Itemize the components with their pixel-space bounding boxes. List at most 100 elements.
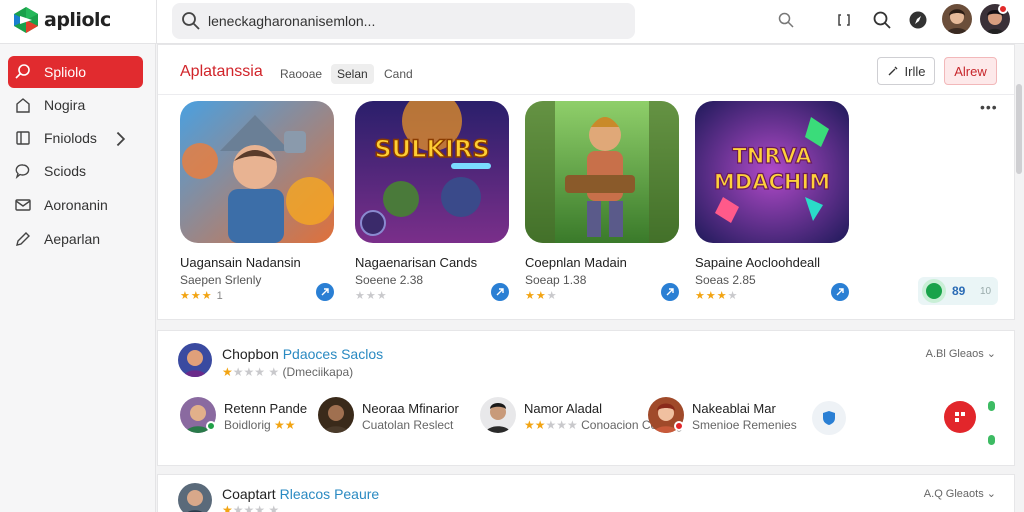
avatar-image <box>318 397 354 433</box>
sidebar-item-fniolods[interactable]: Fniolods <box>8 122 143 154</box>
section-title-accent: Pdaoces Saclos <box>282 346 384 362</box>
filter-button[interactable]: Irlle <box>877 57 935 85</box>
section-title: Coaptart Rleacos Peaure <box>222 486 379 502</box>
sidebar-item-aoronanin[interactable]: Aoronanin <box>8 189 143 221</box>
search-icon <box>778 12 794 28</box>
person-item[interactable]: Namor Aladal ★★★★★ Conoacion Coaleig <box>480 397 683 437</box>
section-title-main: Coaptart <box>222 486 276 502</box>
tnrva-mdachim-image: TNRVA MDACHIM <box>695 101 849 243</box>
sidebar-item-sciods[interactable]: Sciods <box>8 155 143 187</box>
view-all-link[interactable]: A.Q Gleaots ⌄ <box>924 487 996 500</box>
app-subtitle: Saepen Srlenly <box>180 273 262 287</box>
scroll-thumb[interactable] <box>1016 84 1022 174</box>
rating-stars: ★★★★ ★ <box>222 503 280 512</box>
search-icon-button[interactable] <box>774 8 798 32</box>
add-button[interactable] <box>316 283 334 301</box>
hero-warrior-image <box>180 101 334 243</box>
app-thumbnail: TNRVA MDACHIM <box>695 101 849 243</box>
app-logo[interactable]: apliolc <box>12 6 111 34</box>
filter-button-label: Irlle <box>904 63 926 79</box>
person-avatar <box>480 397 516 433</box>
featured-panel: Aplatanssia Raooae Selan Cand Irlle Alre… <box>157 44 1015 320</box>
app-thumbnail <box>525 101 679 243</box>
home-icon <box>16 98 30 113</box>
app-subtitle: Soeap 1.38 <box>525 273 587 287</box>
toggle-label: 89 <box>952 284 966 298</box>
chevron-right-icon <box>116 131 126 147</box>
app-thumbnail <box>180 101 334 243</box>
person-item[interactable]: Neoraa Mfinarior Cuatolan Reslect <box>318 397 488 437</box>
toggle-indicator <box>922 279 946 303</box>
section-title: Chopbon Pdaoces Saclos <box>222 346 383 362</box>
app-card[interactable]: TNRVA MDACHIM Sapaine Aocloohdeall Soeas… <box>695 101 855 302</box>
search-icon <box>15 64 30 79</box>
chip-cand[interactable]: Cand <box>378 64 419 84</box>
add-button[interactable] <box>491 283 509 301</box>
compass-button[interactable] <box>906 8 930 32</box>
logo-icon <box>14 7 38 33</box>
add-button[interactable] <box>661 283 679 301</box>
add-button[interactable] <box>831 283 849 301</box>
rating-stars: ★★★ 1 <box>180 290 224 302</box>
person-subtitle: Smenioe Remenies <box>692 418 797 432</box>
sidebar-item-spliolo[interactable]: Spliolo <box>8 56 143 88</box>
shield-icon <box>823 411 835 425</box>
edit-icon <box>888 66 898 76</box>
app-card[interactable]: Coepnlan Madain Soeap 1.38 ★★★ <box>525 101 685 302</box>
action-button[interactable] <box>944 401 976 433</box>
divider <box>156 0 157 44</box>
sidebar-item-nogira[interactable]: Nogira <box>8 89 143 121</box>
expand-button[interactable] <box>832 8 856 32</box>
sidebar-item-label: Spliolo <box>44 64 87 80</box>
status-dot <box>988 435 995 445</box>
section-subtitle: ★★★★ ★ (Dmeciikapa) <box>222 365 354 379</box>
sidebar-item-label: Nogira <box>44 97 86 113</box>
app-name: apliolc <box>44 9 111 31</box>
search-input[interactable] <box>208 13 608 29</box>
app-thumbnail: SULKIRS <box>355 101 509 243</box>
new-button[interactable]: Alrew <box>944 57 997 85</box>
search-button[interactable] <box>870 8 894 32</box>
magnifier-icon <box>873 11 891 29</box>
person-name: Retenn Pande <box>224 401 308 416</box>
rating-stars: ★★★ <box>355 290 388 302</box>
person-item[interactable]: Nakeablai Mar Smenioe Remenies <box>648 397 818 437</box>
thumbnail-logo-text: MDACHIM <box>714 170 830 194</box>
sulkirs-image: SULKIRS <box>355 101 509 243</box>
rating-stars: ★★★★ <box>695 290 739 302</box>
scrollbar[interactable] <box>1016 44 1024 512</box>
chip-raooae[interactable]: Raooae <box>274 64 328 84</box>
brackets-icon <box>838 14 850 26</box>
avatar-image <box>178 483 212 512</box>
app-card[interactable]: SULKIRS Nagaenarisan Cands Soeene 2.38 ★… <box>355 101 515 302</box>
app-name: Coepnlan Madain <box>525 255 627 270</box>
sidebar-item-label: Fniolods <box>44 130 97 146</box>
person-name: Namor Aladal <box>524 401 603 416</box>
status-badge <box>674 421 684 431</box>
app-subtitle: Soeene 2.38 <box>355 273 424 287</box>
mail-icon <box>15 199 31 211</box>
toggle-aux: 10 <box>980 286 992 297</box>
person-subtitle: Cuatolan Reslect <box>362 418 454 432</box>
section-avatar <box>178 343 212 377</box>
section-subtitle-text: (Dmeciikapa) <box>282 365 354 379</box>
status-toggle[interactable]: 89 10 <box>918 277 998 305</box>
app-name: Uagansain Nadansin <box>180 255 301 270</box>
compass-icon <box>909 11 927 29</box>
more-options-icon[interactable]: ••• <box>980 99 998 115</box>
user-avatar[interactable] <box>942 4 972 34</box>
person-avatar <box>318 397 354 433</box>
sidebar-item-aeparlan[interactable]: Aeparlan <box>8 223 143 255</box>
chip-selan[interactable]: Selan <box>331 64 374 84</box>
second-section-panel: Coaptart Rleacos Peaure ★★★★ ★ A.Q Gleao… <box>157 474 1015 512</box>
top-bar: apliolc <box>0 0 1024 44</box>
shield-button[interactable] <box>812 401 846 435</box>
sidebar-item-label: Aeparlan <box>44 231 101 247</box>
view-all-link[interactable]: A.Bl Gleaos ⌄ <box>926 347 996 360</box>
search-icon <box>182 12 200 30</box>
app-card[interactable]: Uagansain Nadansin Saepen Srlenly ★★★ 1 <box>180 101 340 302</box>
search-bar[interactable] <box>172 3 635 39</box>
rating-stars: ★★★ <box>525 290 558 302</box>
section-avatar <box>178 483 212 512</box>
arrow-icon <box>836 288 844 296</box>
